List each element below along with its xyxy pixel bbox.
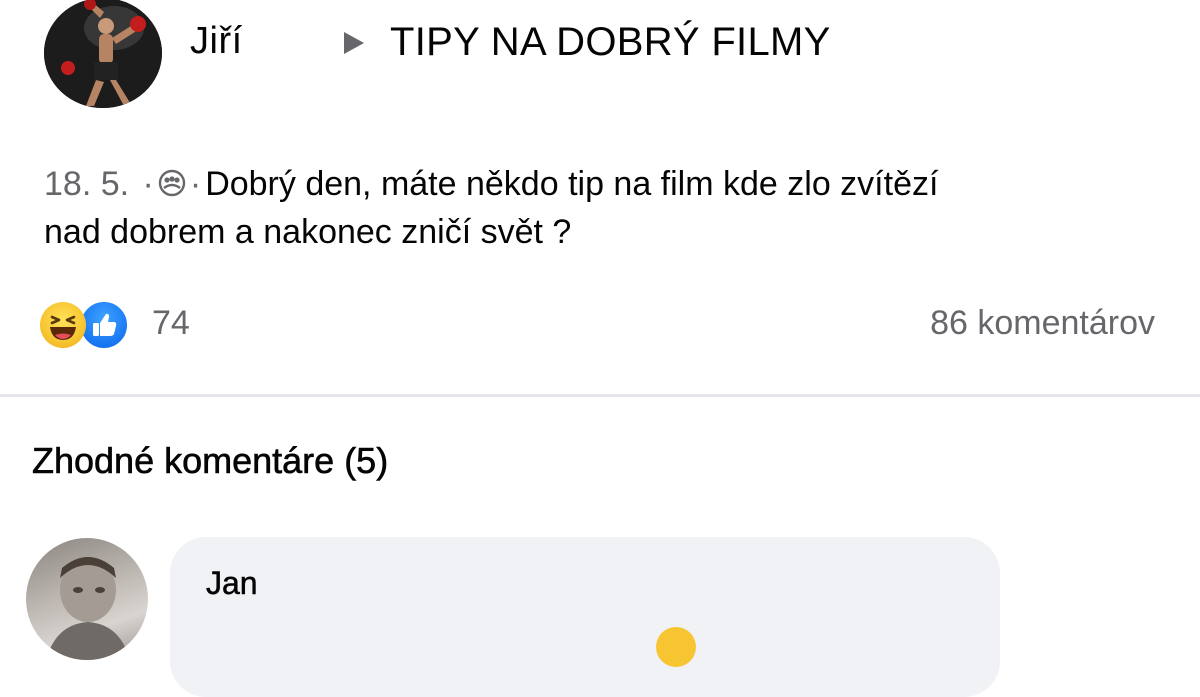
- post-body: 18. 5. · · Dobrý den, máte někdo tip na f…: [44, 160, 1154, 256]
- reactions-bar: 74 86 komentárov: [40, 299, 1155, 352]
- post-date[interactable]: 18. 5.: [44, 165, 129, 203]
- commenter-avatar[interactable]: [26, 538, 148, 660]
- author-name[interactable]: Jiří: [190, 20, 243, 63]
- comment-author[interactable]: Jan: [206, 565, 258, 602]
- comments-section-title: Zhodné komentáre (5): [32, 440, 389, 482]
- author-avatar[interactable]: [44, 0, 162, 108]
- comments-count-link[interactable]: 86 komentárov: [930, 304, 1155, 343]
- post-line-1: 18. 5. · · Dobrý den, máte někdo tip na f…: [44, 160, 1154, 208]
- group-audience-icon[interactable]: [158, 169, 186, 197]
- emoji-icon: [656, 627, 696, 667]
- reaction-count[interactable]: 74: [152, 304, 190, 343]
- section-divider: [0, 394, 1200, 397]
- comment-bubble[interactable]: Jan: [170, 537, 1000, 697]
- post-text-line-2: nad dobrem a nakonec zničí svět ?: [44, 213, 572, 251]
- play-arrow-icon: [344, 32, 364, 54]
- post-header: Jiří TIPY NA DOBRÝ FILMY: [44, 0, 1144, 108]
- post-text-line-1: Dobrý den, máte někdo tip na film kde zl…: [205, 165, 939, 203]
- separator-dot: ·: [142, 165, 154, 203]
- haha-reaction-icon[interactable]: [40, 302, 86, 348]
- group-name[interactable]: TIPY NA DOBRÝ FILMY: [390, 20, 831, 65]
- separator-dot-2: ·: [189, 165, 202, 203]
